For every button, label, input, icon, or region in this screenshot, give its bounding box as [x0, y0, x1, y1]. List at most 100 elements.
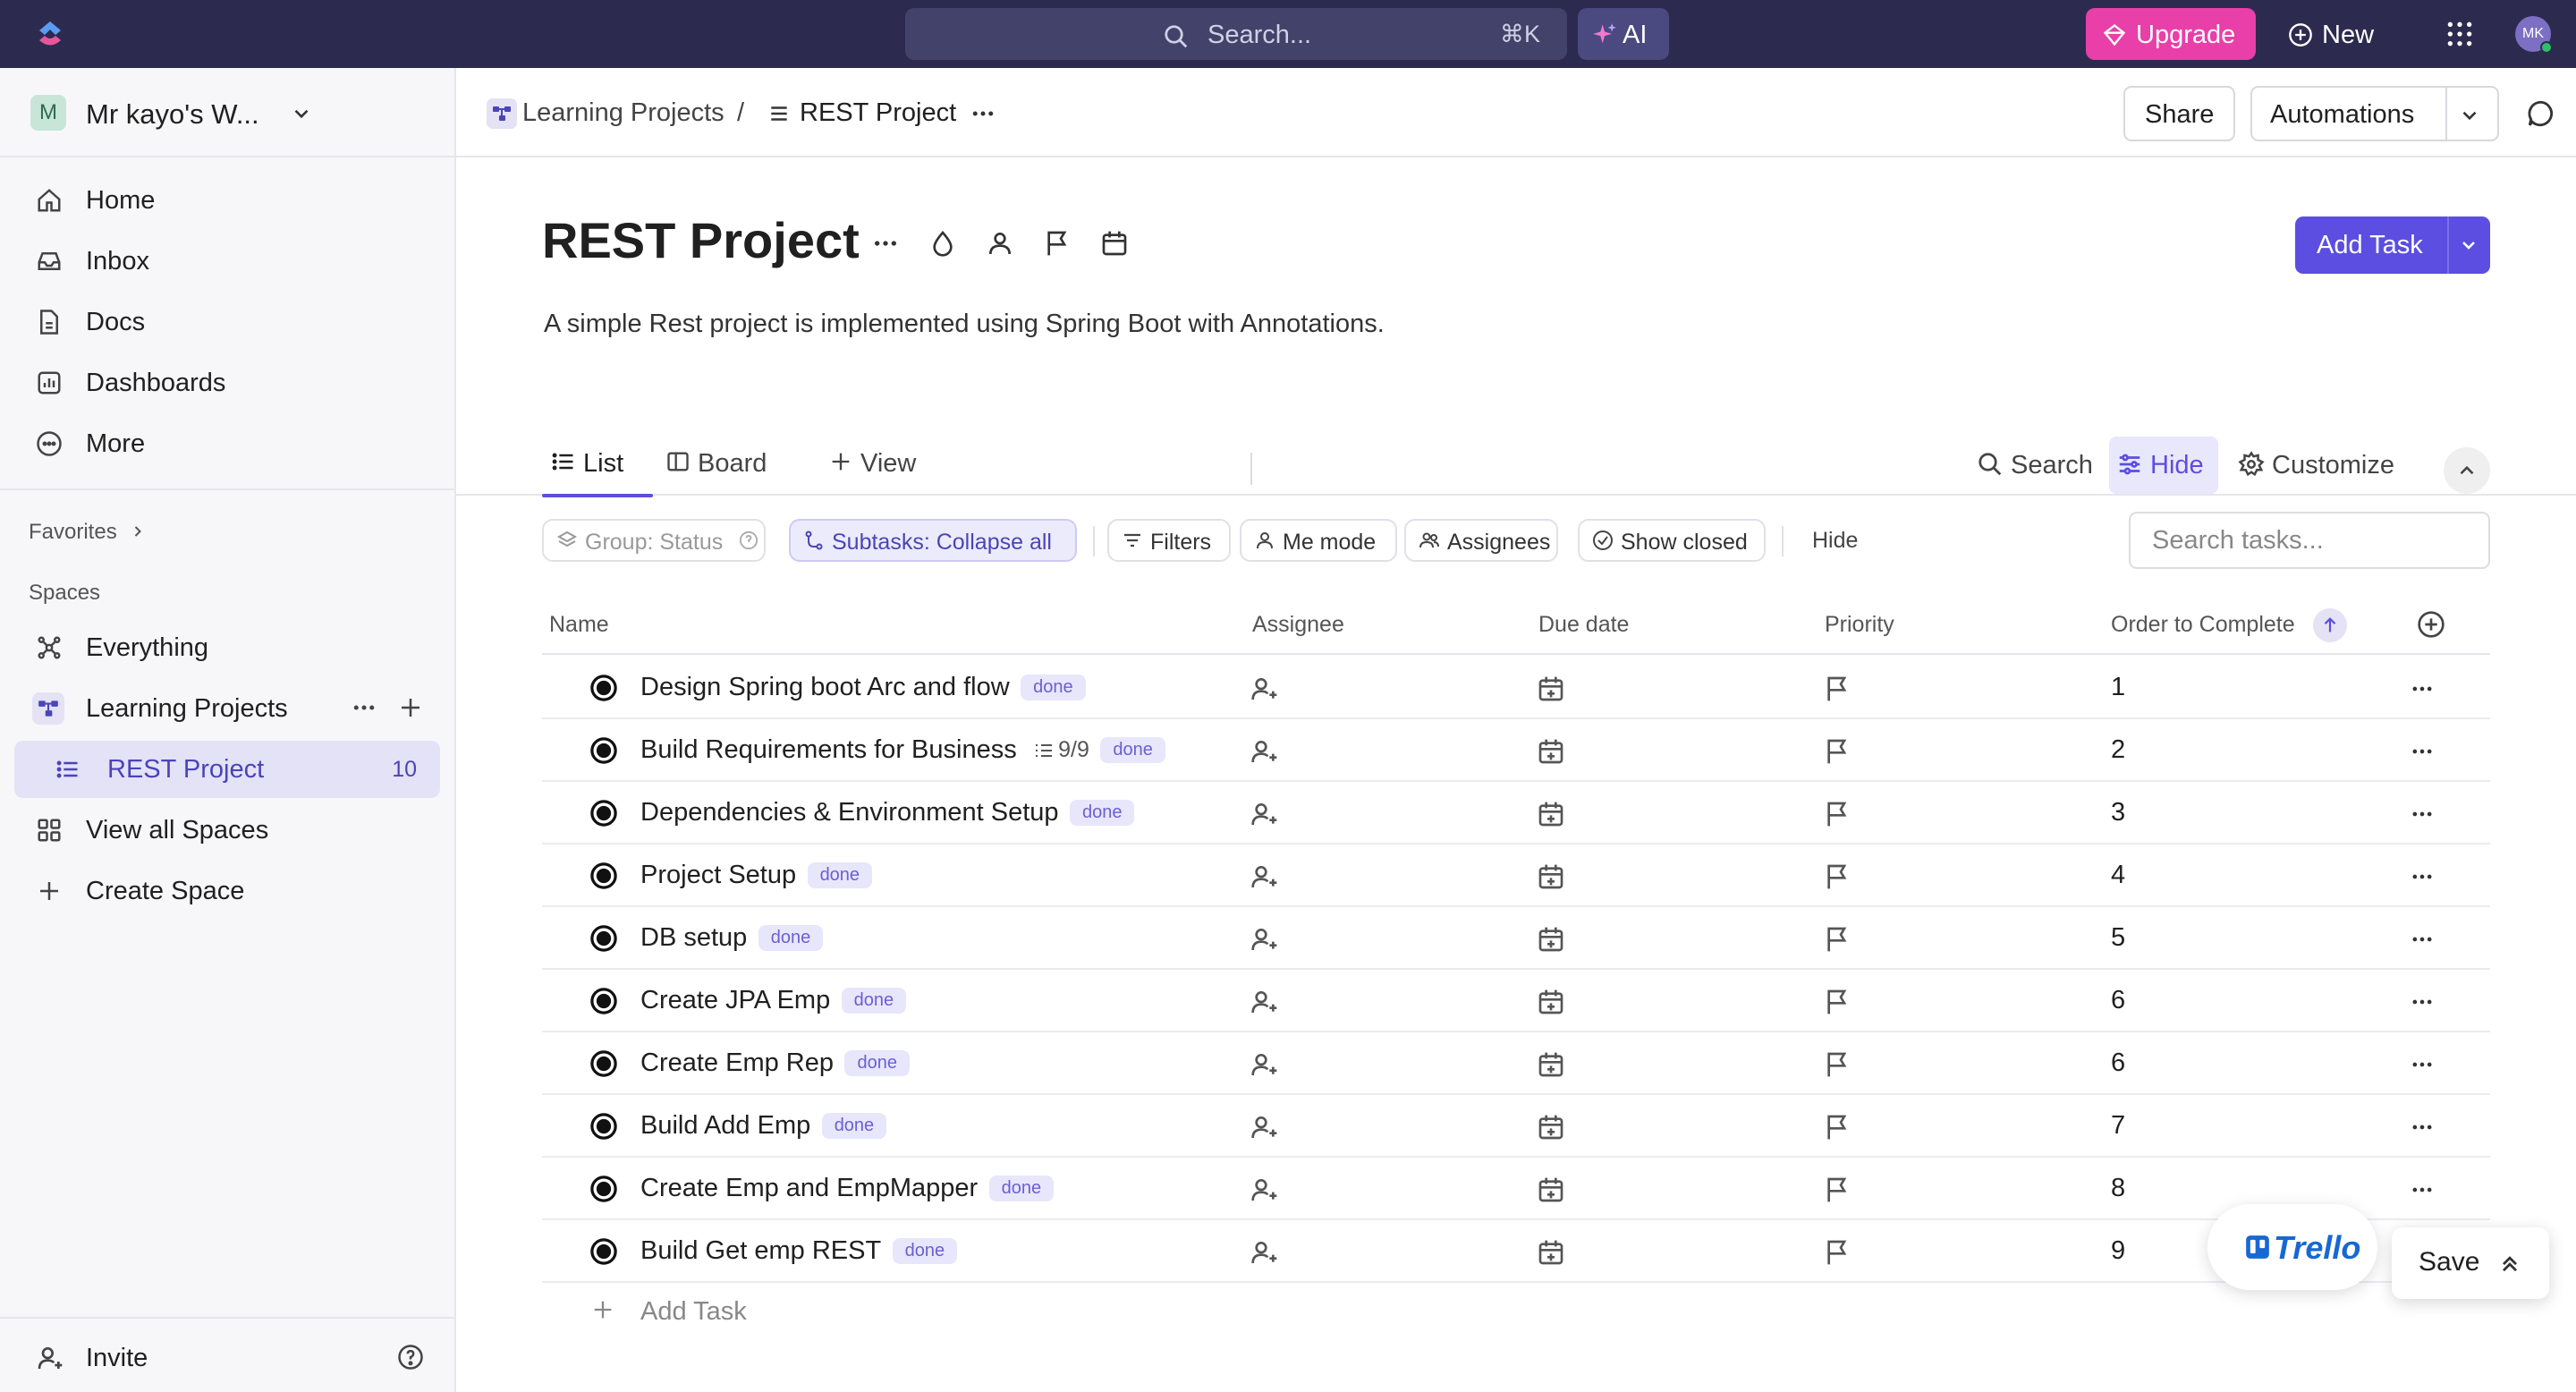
share-button[interactable]: Share — [2123, 86, 2236, 141]
chat-icon[interactable] — [2526, 98, 2556, 129]
table-row[interactable]: Dependencies & Environment Setup done 3 — [542, 782, 2490, 845]
more-dots-icon[interactable] — [2408, 989, 2436, 1014]
more-dots-icon[interactable] — [2408, 864, 2436, 889]
order-to-complete-value[interactable]: 1 — [2111, 673, 2125, 702]
user-icon[interactable] — [986, 229, 1014, 258]
tab-board[interactable]: Board — [657, 437, 782, 496]
table-row[interactable]: Build Add Emp done 7 — [542, 1095, 2490, 1158]
add-assignee-icon[interactable] — [1250, 675, 1279, 703]
customize-button[interactable]: Customize — [2231, 437, 2410, 494]
add-assignee-icon[interactable] — [1250, 1050, 1279, 1079]
list-description[interactable]: A simple Rest project is implemented usi… — [544, 310, 1385, 339]
status-done-icon[interactable] — [590, 675, 617, 701]
collapse-header-button[interactable] — [2444, 447, 2490, 494]
priority-flag-icon[interactable] — [1823, 1238, 1852, 1267]
task-name[interactable]: Create JPA Emp — [640, 986, 830, 1015]
sort-ascending-icon[interactable] — [2313, 608, 2347, 642]
status-done-icon[interactable] — [590, 1176, 617, 1202]
sidebar-item-more[interactable]: More — [32, 419, 426, 467]
chevron-down-icon[interactable] — [2458, 234, 2479, 256]
due-date-icon[interactable] — [1537, 1113, 1565, 1142]
more-dots-icon[interactable] — [2408, 676, 2436, 701]
more-dots-icon[interactable] — [2408, 1115, 2436, 1140]
filters-chip[interactable]: Filters — [1107, 519, 1231, 562]
due-date-icon[interactable] — [1537, 737, 1565, 766]
due-date-icon[interactable] — [1537, 925, 1565, 954]
hide-columns-button[interactable]: Hide — [1812, 528, 1858, 554]
status-done-icon[interactable] — [590, 737, 617, 764]
sidebar-item-dashboards[interactable]: Dashboards — [32, 358, 426, 406]
status-done-icon[interactable] — [590, 988, 617, 1014]
add-column-icon[interactable] — [2417, 610, 2445, 639]
ai-button[interactable]: AI — [1578, 8, 1669, 60]
status-done-icon[interactable] — [590, 1113, 617, 1140]
add-task-inline-button[interactable]: Add Task — [542, 1281, 1079, 1338]
more-dots-icon[interactable] — [2408, 1052, 2436, 1077]
more-dots-icon[interactable] — [2408, 739, 2436, 764]
column-header-assignee[interactable]: Assignee — [1252, 612, 1344, 638]
task-name[interactable]: Dependencies & Environment Setup — [640, 798, 1059, 828]
more-dots-icon[interactable] — [970, 100, 996, 127]
add-assignee-icon[interactable] — [1250, 988, 1279, 1016]
upgrade-button[interactable]: Upgrade — [2086, 8, 2256, 60]
task-name[interactable]: Create Emp Rep — [640, 1048, 834, 1078]
add-assignee-icon[interactable] — [1250, 862, 1279, 891]
column-header-name[interactable]: Name — [549, 612, 609, 638]
table-row[interactable]: Create Emp and EmpMapper done 8 — [542, 1158, 2490, 1220]
more-dots-icon[interactable] — [2408, 1177, 2436, 1202]
tab-list[interactable]: List — [542, 437, 653, 497]
task-name[interactable]: Design Spring boot Arc and flow — [640, 673, 1010, 702]
color-drop-icon[interactable] — [928, 229, 957, 258]
workspace-switcher[interactable]: M Mr kayo's W... — [30, 93, 424, 132]
clickup-logo-icon[interactable] — [32, 16, 68, 52]
sidebar-item-docs[interactable]: Docs — [32, 297, 426, 345]
add-task-button[interactable]: Add Task — [2295, 216, 2490, 274]
due-date-icon[interactable] — [1537, 988, 1565, 1016]
sidebar-item-everything[interactable]: Everything — [32, 623, 426, 671]
table-row[interactable]: Create JPA Emp done 6 — [542, 970, 2490, 1032]
invite-button[interactable]: Invite — [32, 1335, 426, 1379]
plus-icon[interactable] — [397, 694, 424, 721]
order-to-complete-value[interactable]: 8 — [2111, 1174, 2125, 1203]
add-view-button[interactable]: View — [819, 437, 936, 496]
help-icon[interactable] — [397, 1344, 424, 1371]
view-search-button[interactable]: Search — [1970, 437, 2100, 494]
column-header-due-date[interactable]: Due date — [1538, 612, 1629, 638]
sidebar-space-learning-projects[interactable]: Learning Projects — [14, 683, 440, 732]
priority-flag-icon[interactable] — [1823, 675, 1852, 703]
more-dots-icon[interactable] — [2408, 927, 2436, 952]
due-date-icon[interactable] — [1537, 800, 1565, 828]
status-done-icon[interactable] — [590, 925, 617, 952]
chevron-down-icon[interactable] — [2458, 104, 2481, 127]
due-date-icon[interactable] — [1537, 1176, 1565, 1204]
trello-import-button[interactable]: Trello — [2207, 1204, 2377, 1290]
assignees-chip[interactable]: Assignees — [1404, 519, 1558, 562]
status-done-icon[interactable] — [590, 800, 617, 827]
column-header-order-to-complete[interactable]: Order to Complete — [2111, 612, 2295, 638]
search-tasks-input[interactable] — [2129, 512, 2490, 569]
status-done-icon[interactable] — [590, 1238, 617, 1265]
global-search-bar[interactable]: Search... ⌘K — [905, 8, 1567, 60]
new-button[interactable]: New — [2279, 8, 2386, 60]
group-by-status-chip[interactable]: Group: Status — [542, 519, 766, 562]
sidebar-item-view-all-spaces[interactable]: View all Spaces — [32, 805, 426, 853]
order-to-complete-value[interactable]: 2 — [2111, 735, 2125, 765]
column-header-priority[interactable]: Priority — [1825, 612, 1894, 638]
status-done-icon[interactable] — [590, 862, 617, 889]
more-dots-icon[interactable] — [2408, 802, 2436, 827]
table-row[interactable]: Design Spring boot Arc and flow done 1 — [542, 657, 2490, 719]
due-date-icon[interactable] — [1537, 675, 1565, 703]
add-assignee-icon[interactable] — [1250, 1176, 1279, 1204]
add-assignee-icon[interactable] — [1250, 1113, 1279, 1142]
status-done-icon[interactable] — [590, 1050, 617, 1077]
sidebar-item-home[interactable]: Home — [32, 175, 426, 224]
show-closed-chip[interactable]: Show closed — [1578, 519, 1766, 562]
task-name[interactable]: Build Get emp REST — [640, 1236, 881, 1266]
more-dots-icon[interactable] — [871, 229, 900, 258]
due-date-icon[interactable] — [1537, 1238, 1565, 1267]
user-avatar[interactable]: MK — [2515, 16, 2553, 54]
priority-flag-icon[interactable] — [1823, 1050, 1852, 1079]
favorites-heading[interactable]: Favorites — [29, 520, 117, 545]
breadcrumb-list[interactable]: REST Project — [800, 98, 956, 128]
table-row[interactable]: Create Emp Rep done 6 — [542, 1032, 2490, 1095]
